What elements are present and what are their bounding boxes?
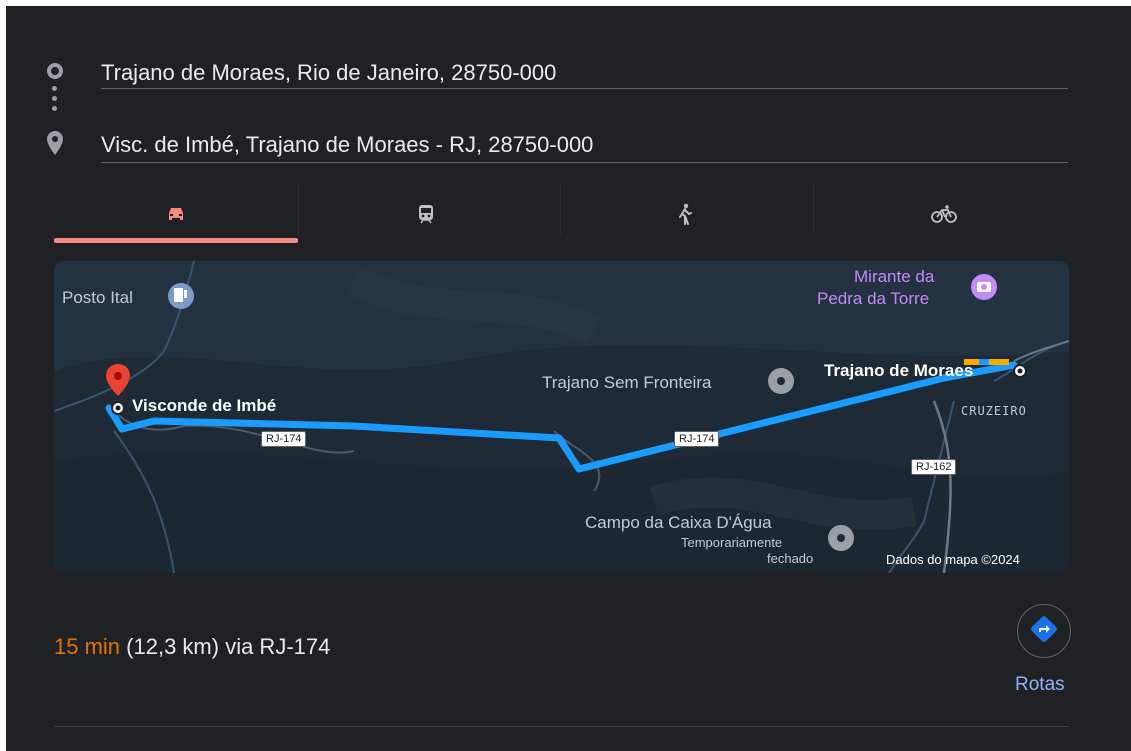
origin-divider xyxy=(101,88,1068,89)
destination-pin-icon xyxy=(46,130,64,161)
route-map[interactable]: Posto Ital Mirante da Pedra da Torre Tra… xyxy=(54,261,1069,573)
place-visconde-de-imbe[interactable]: Visconde de Imbé xyxy=(132,396,276,416)
poi-campo-caixa-dagua[interactable]: Campo da Caixa D'Água xyxy=(585,513,772,533)
tab-divider xyxy=(813,184,814,234)
origin-row[interactable]: Trajano de Moraes, Rio de Janeiro, 28750… xyxy=(6,50,1131,110)
bike-icon xyxy=(931,204,957,224)
tab-divider xyxy=(298,184,299,234)
car-icon xyxy=(166,206,186,222)
route-summary: 15 min (12,3 km) via RJ-174 xyxy=(54,634,330,660)
active-tab-indicator xyxy=(54,238,298,243)
bottom-divider xyxy=(54,726,1069,727)
route-details: (12,3 km) via RJ-174 xyxy=(126,634,331,659)
poi-trajano-sem-fronteira[interactable]: Trajano Sem Fronteira xyxy=(542,373,711,393)
origin-circle-icon xyxy=(46,62,64,85)
poi-status-line1: Temporariamente xyxy=(681,535,783,550)
walk-icon xyxy=(677,203,693,225)
directions-button[interactable] xyxy=(1017,604,1071,658)
place-trajano-de-moraes[interactable]: Trajano de Moraes xyxy=(824,361,973,381)
directions-icon xyxy=(1030,615,1058,648)
poi-mirante-line2[interactable]: Pedra da Torre xyxy=(817,289,929,309)
route-duration: 15 min xyxy=(54,634,121,659)
directions-panel: Trajano de Moraes, Rio de Janeiro, 28750… xyxy=(6,6,1131,751)
tab-transit[interactable] xyxy=(304,184,548,244)
poi-status-line2: fechado xyxy=(767,551,814,566)
destination-row[interactable]: Visc. de Imbé, Trajano de Moraes - RJ, 2… xyxy=(6,122,1131,182)
route-dots-icon xyxy=(52,86,58,116)
train-icon xyxy=(417,204,435,224)
origin-field[interactable]: Trajano de Moraes, Rio de Janeiro, 28750… xyxy=(101,60,556,86)
tab-walk[interactable] xyxy=(563,184,807,244)
tab-bike[interactable] xyxy=(822,184,1066,244)
poi-posto-ital[interactable]: Posto Ital xyxy=(62,288,133,308)
directions-label[interactable]: Rotas xyxy=(1015,674,1065,696)
poi-mirante-line1[interactable]: Mirante da xyxy=(854,267,934,287)
road-shield-rj174-east: RJ-174 xyxy=(674,431,720,447)
destination-field[interactable]: Visc. de Imbé, Trajano de Moraes - RJ, 2… xyxy=(101,132,593,158)
area-cruzeiro: CRUZEIRO xyxy=(961,404,1027,418)
tab-car[interactable] xyxy=(54,184,298,244)
destination-divider xyxy=(101,162,1068,163)
map-attribution: Dados do mapa ©2024 xyxy=(886,552,1020,567)
tab-divider xyxy=(560,184,561,234)
travel-mode-tabs xyxy=(54,184,1069,244)
road-shield-rj162: RJ-162 xyxy=(911,459,957,475)
road-shield-rj174-west: RJ-174 xyxy=(261,431,307,447)
